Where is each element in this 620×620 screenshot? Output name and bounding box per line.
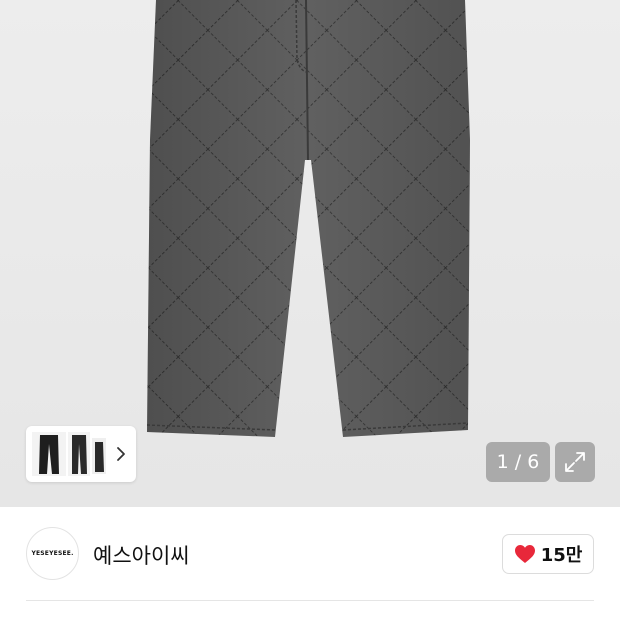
- seller-name[interactable]: 예스아이씨: [93, 540, 190, 570]
- current-page: 1: [496, 451, 509, 473]
- divider: [26, 600, 594, 601]
- heart-icon: [514, 545, 535, 563]
- total-pages: 6: [527, 451, 540, 473]
- like-button[interactable]: 15만: [502, 534, 594, 574]
- seller-logo[interactable]: YESEYESEE.: [26, 527, 79, 580]
- thumbnail-strip[interactable]: [26, 426, 136, 482]
- seller-logo-text: YESEYESEE.: [31, 550, 74, 557]
- expand-button[interactable]: [555, 442, 595, 482]
- product-image-gallery[interactable]: 1 / 6: [0, 0, 620, 507]
- seller-row[interactable]: YESEYESEE. 예스아이씨 15만: [0, 507, 620, 602]
- page-separator: /: [508, 451, 528, 473]
- image-page-counter: 1 / 6: [486, 442, 550, 482]
- like-count: 15만: [540, 545, 583, 566]
- product-thumbnails[interactable]: [30, 430, 110, 478]
- chevron-right-icon[interactable]: [114, 444, 128, 464]
- expand-arrows-icon: [565, 452, 585, 472]
